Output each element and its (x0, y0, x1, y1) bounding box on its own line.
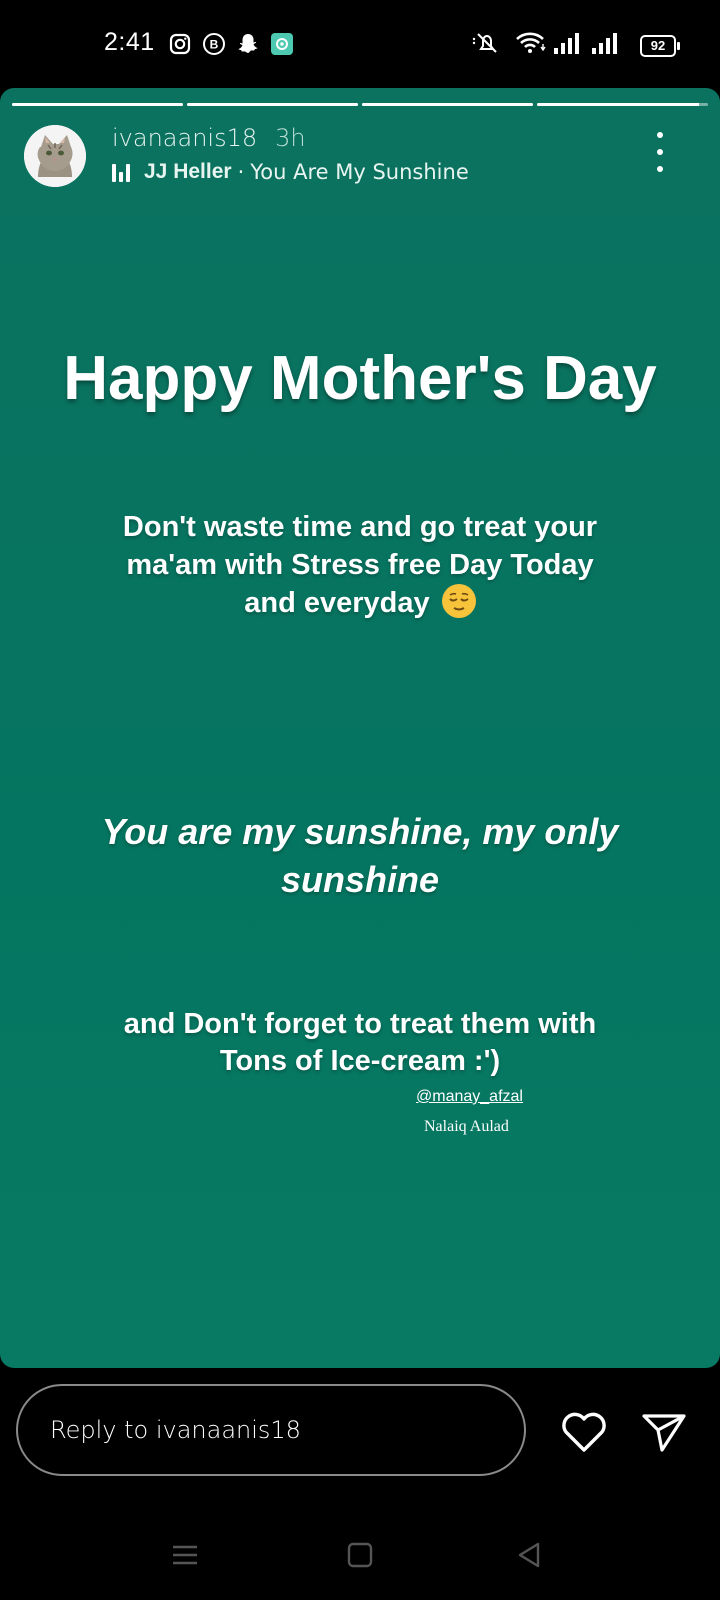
signature-text: Nalaiq Aulad (424, 1118, 509, 1135)
progress-segment (362, 103, 533, 106)
music-artist: JJ Heller (144, 160, 232, 183)
username-text[interactable]: ivanaanis18 (112, 124, 257, 152)
instagram-icon (169, 33, 191, 55)
progress-segment (187, 103, 358, 106)
story-card[interactable]: ivanaanis18 3h JJ Heller · You Are My Sun… (0, 88, 720, 1368)
mention-sticker[interactable]: @manay_afzal (416, 1088, 523, 1106)
send-icon[interactable] (640, 1410, 688, 1454)
reply-input[interactable]: Reply to ivanaanis18 (16, 1384, 526, 1476)
b-badge-icon: B (203, 33, 225, 55)
music-separator: · (237, 160, 245, 184)
battery-indicator: 92 (640, 35, 680, 57)
message-1-text: Don't waste time and go treat your ma'am… (122, 511, 598, 619)
mute-icon (472, 33, 497, 53)
avatar[interactable] (24, 125, 86, 187)
story-headline: Happy Mother's Day (63, 344, 657, 413)
time-ago: 3h (275, 124, 306, 152)
menu-icon[interactable] (170, 1540, 200, 1570)
status-time: 2:41 (104, 28, 155, 56)
music-info[interactable]: JJ Heller · You Are My Sunshine (112, 160, 469, 184)
progress-segment (12, 103, 183, 106)
app-icon (271, 33, 293, 55)
svg-text:B: B (210, 38, 219, 52)
dot-icon (657, 166, 663, 172)
story-message-2: You are my sunshine, my only sunshine (101, 811, 619, 900)
signal-icon (554, 33, 579, 54)
progress-segment (537, 103, 708, 106)
story-message-1: Don't waste time and go treat your ma'am… (120, 508, 600, 622)
snapchat-icon (238, 34, 258, 53)
wifi-icon (516, 32, 546, 53)
story-progress (12, 103, 708, 106)
reply-placeholder: Reply to ivanaanis18 (50, 1416, 301, 1444)
signal-icon-2 (592, 33, 617, 54)
dot-icon (657, 132, 663, 138)
cat-avatar-icon (24, 125, 86, 187)
story-message-3: and Don't forget to treat them with Tons… (123, 1008, 597, 1077)
story-username[interactable]: ivanaanis18 3h (112, 124, 306, 152)
relieved-face-emoji-icon (441, 584, 476, 618)
dot-icon (657, 149, 663, 155)
like-heart-icon[interactable] (560, 1410, 608, 1454)
status-bar: 2:41 B 92 (0, 0, 720, 88)
music-song: You Are My Sunshine (250, 160, 469, 184)
home-icon[interactable] (345, 1540, 375, 1570)
back-icon[interactable] (514, 1540, 544, 1570)
more-options-button[interactable] (648, 132, 672, 172)
equalizer-icon (112, 162, 134, 182)
